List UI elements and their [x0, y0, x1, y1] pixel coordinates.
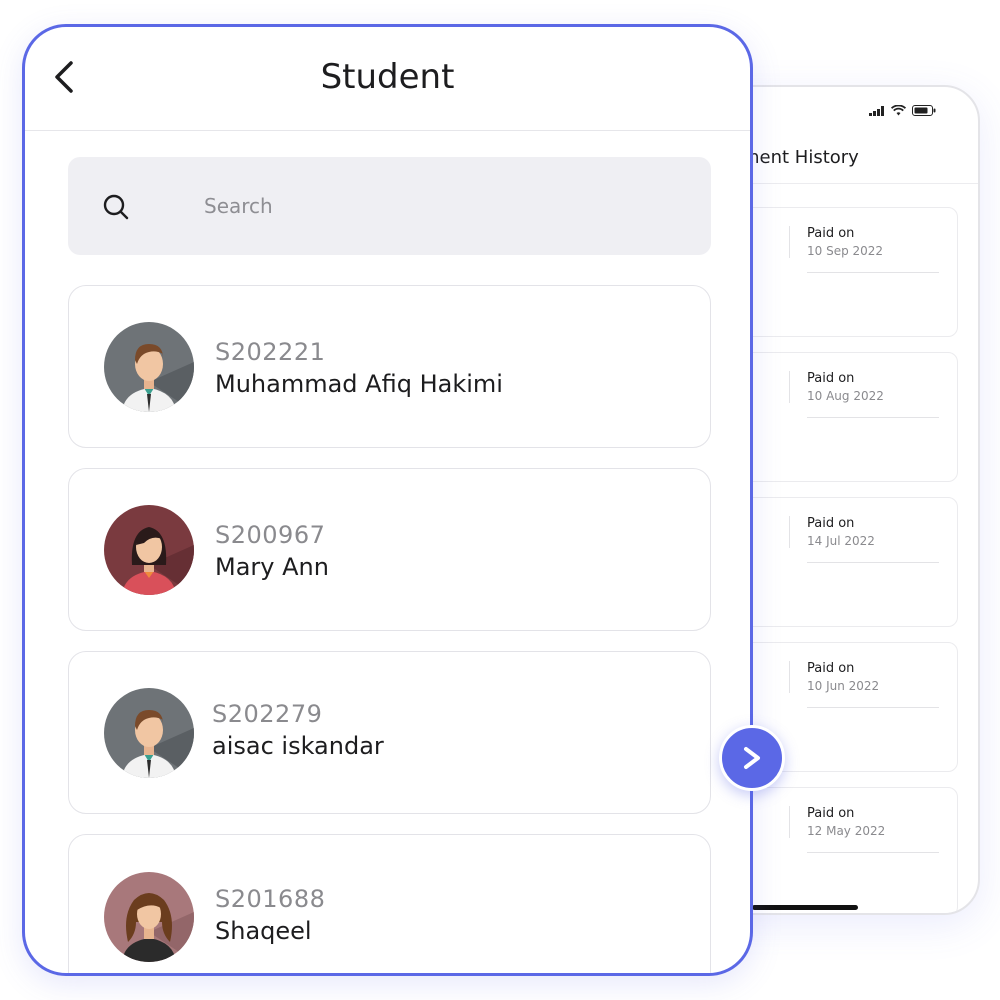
female-curly-avatar — [104, 872, 194, 962]
student-card[interactable]: S202279 aisac iskandar — [68, 651, 711, 814]
divider — [807, 562, 939, 563]
student-id: S200967 — [215, 521, 326, 549]
payment-card[interactable]: Paid on 10 Sep 2022 — [732, 207, 958, 337]
divider — [807, 417, 939, 418]
student-screen: Student S202221 Muhammad Afiq Hakimi — [22, 24, 753, 976]
signal-icon — [869, 105, 884, 116]
student-card[interactable]: S201688 Shaqeel — [68, 834, 711, 973]
chevron-right-icon — [744, 747, 760, 769]
next-button[interactable] — [719, 725, 785, 791]
payment-card[interactable]: Paid on 12 May 2022 — [732, 787, 958, 913]
student-card[interactable]: S202221 Muhammad Afiq Hakimi — [68, 285, 711, 448]
payment-label: Paid on — [807, 516, 855, 531]
student-name: Shaqeel — [215, 917, 312, 945]
male-avatar — [104, 322, 194, 412]
payment-label: Paid on — [807, 371, 855, 386]
search-icon — [103, 194, 129, 220]
student-card[interactable]: S200967 Mary Ann — [68, 468, 711, 631]
payment-label: Paid on — [807, 226, 855, 241]
payment-card[interactable]: Paid on 14 Jul 2022 — [732, 497, 958, 627]
female-avatar — [104, 505, 194, 595]
student-name: Mary Ann — [215, 553, 329, 581]
divider — [789, 806, 790, 838]
divider — [789, 371, 790, 403]
divider — [807, 272, 939, 273]
payment-history-title: ment History — [742, 147, 859, 168]
male-avatar — [104, 688, 194, 778]
battery-icon — [912, 105, 936, 116]
payment-label: Paid on — [807, 661, 855, 676]
payment-label: Paid on — [807, 806, 855, 821]
divider — [807, 852, 939, 853]
status-bar — [869, 105, 936, 116]
student-name: Muhammad Afiq Hakimi — [215, 370, 503, 398]
divider — [789, 516, 790, 548]
student-id: S201688 — [215, 885, 326, 913]
payment-date: 14 Jul 2022 — [807, 534, 875, 548]
student-id: S202221 — [215, 338, 326, 366]
search-input[interactable] — [204, 187, 664, 225]
home-indicator — [752, 905, 858, 910]
payment-card[interactable]: Paid on 10 Aug 2022 — [732, 352, 958, 482]
divider — [789, 226, 790, 258]
header: Student — [25, 27, 750, 131]
wifi-icon — [891, 105, 906, 116]
divider — [807, 707, 939, 708]
divider — [789, 661, 790, 693]
student-name: aisac iskandar — [212, 732, 384, 760]
page-title: Student — [320, 57, 455, 97]
search-bar[interactable] — [68, 157, 711, 255]
payment-date: 12 May 2022 — [807, 824, 886, 838]
payment-date: 10 Sep 2022 — [807, 244, 884, 258]
payment-date: 10 Jun 2022 — [807, 679, 880, 693]
payment-date: 10 Aug 2022 — [807, 389, 884, 403]
student-id: S202279 — [212, 700, 323, 728]
